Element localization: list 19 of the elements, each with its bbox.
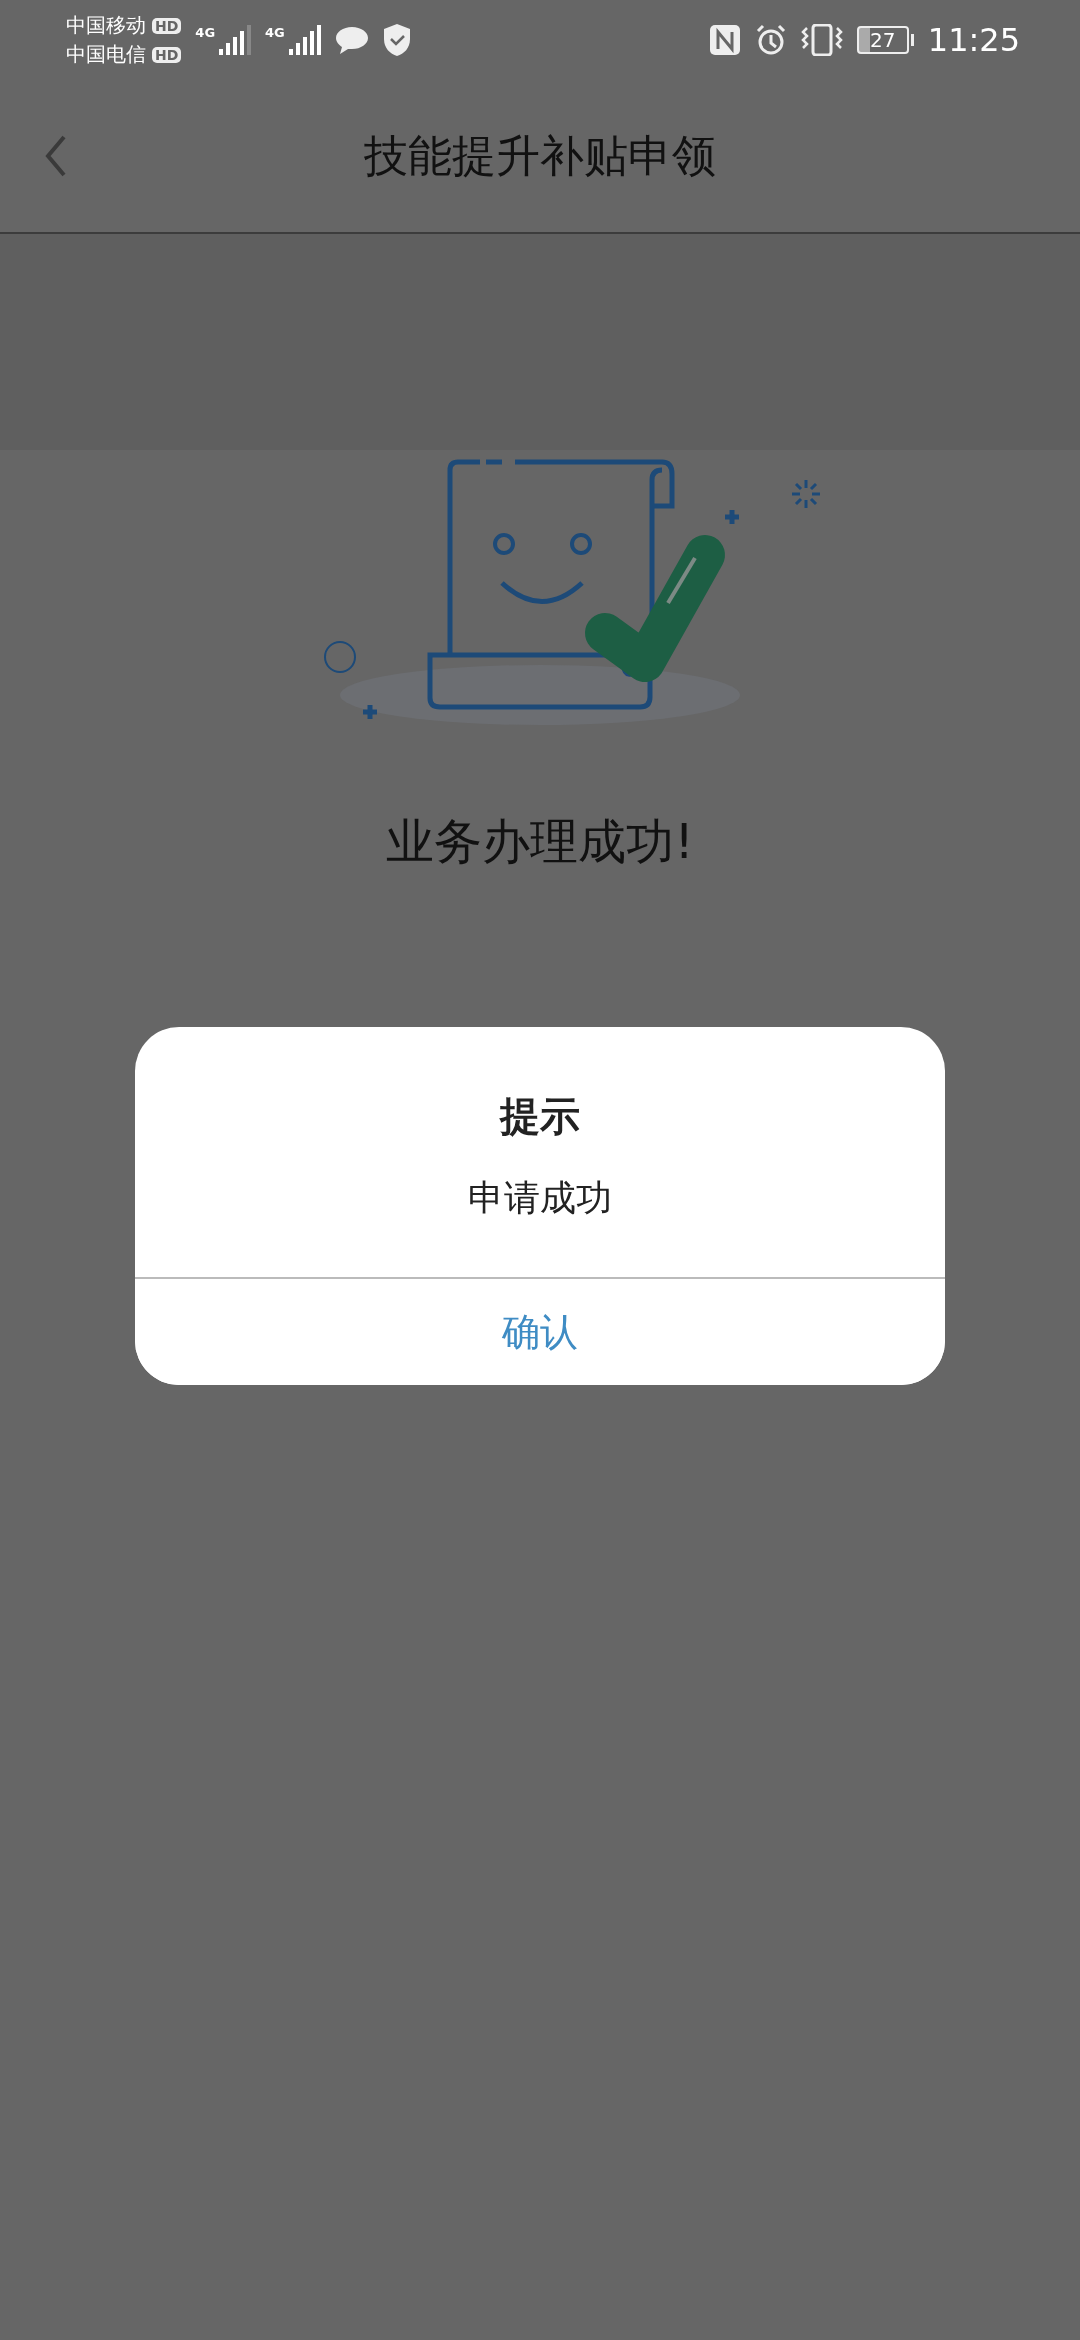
vibrate-icon (800, 24, 843, 56)
shield-icon (382, 23, 411, 57)
dialog-message: 申请成功 (468, 1176, 612, 1220)
battery-icon: 27 (856, 26, 909, 54)
signal-icon (288, 25, 321, 55)
carrier-name: 中国电信 (66, 41, 146, 68)
signal-icon (219, 25, 252, 55)
alarm-icon (754, 24, 787, 56)
clock-time: 11:25 (927, 21, 1020, 59)
network-type: 4G (265, 25, 285, 40)
network-type: 4G (195, 25, 216, 40)
hd-badge: HD (152, 17, 182, 34)
nfc-icon (708, 24, 741, 56)
carrier-name: 中国移动 (66, 12, 146, 39)
dialog-title: 提示 (500, 1092, 580, 1141)
success-message: 业务办理成功! (385, 812, 695, 871)
page-title: 技能提升补贴申领 (364, 128, 716, 183)
hd-badge: HD (152, 46, 182, 63)
message-icon (334, 25, 369, 55)
